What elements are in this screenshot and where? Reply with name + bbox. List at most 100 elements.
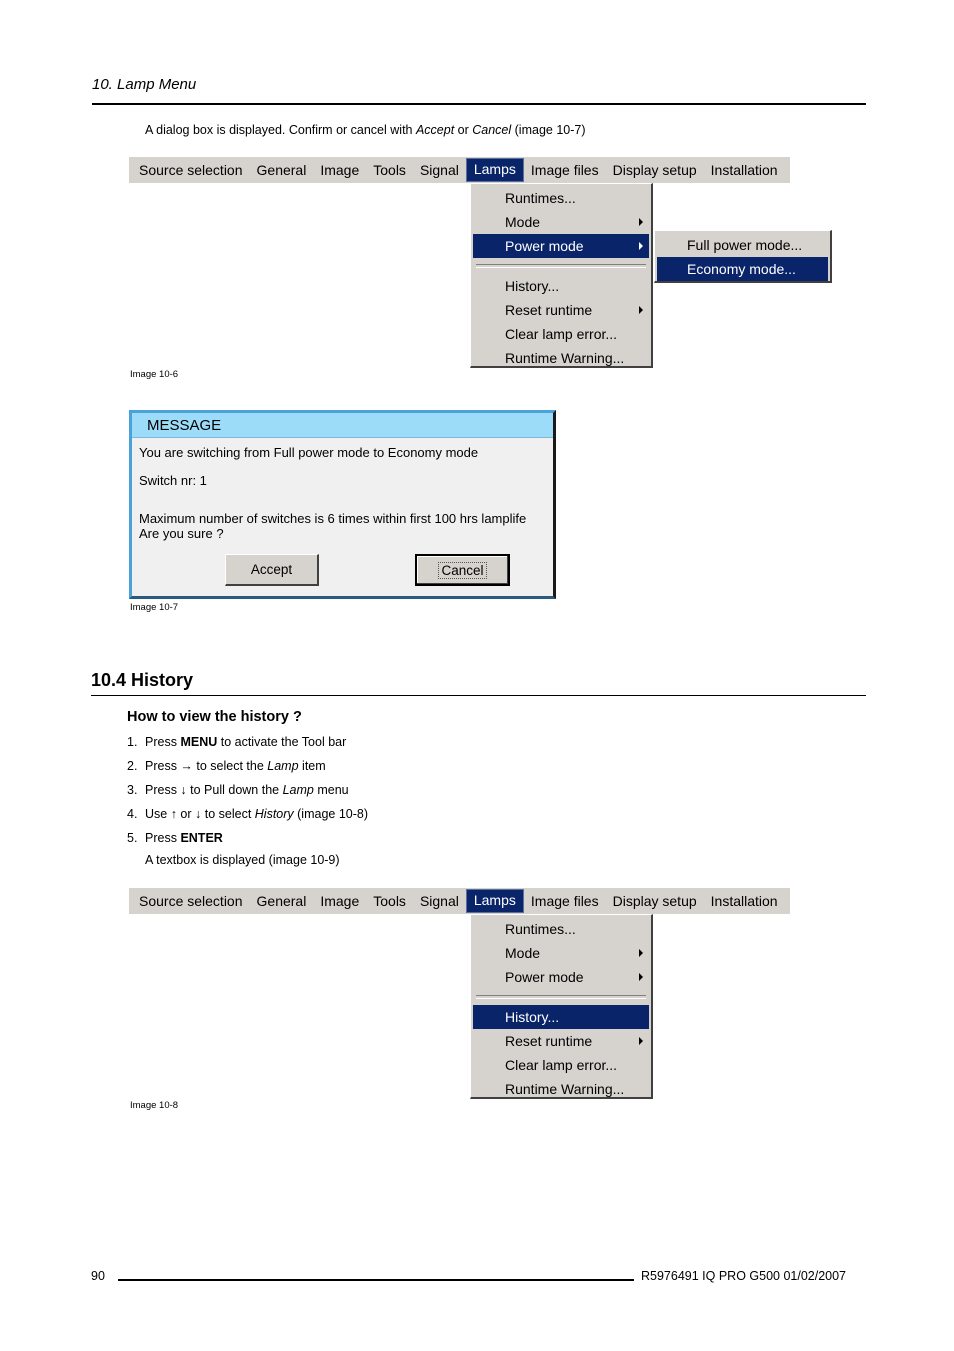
menu-lamps[interactable]: Lamps	[465, 889, 524, 913]
dd-label: Mode	[505, 945, 541, 961]
dd-label: Clear lamp error...	[505, 1057, 618, 1073]
step-emphasis: Lamp	[267, 759, 299, 773]
sub-full-power-mode[interactable]: Full power mode...	[657, 233, 828, 257]
step-text: Press	[145, 735, 181, 749]
cancel-label: Cancel	[438, 562, 487, 579]
dd-history[interactable]: History...	[473, 1005, 649, 1029]
step-number: 5.	[127, 831, 138, 845]
dd-runtime-warning[interactable]: Runtime Warning...	[473, 346, 649, 370]
lamps-dropdown: Runtimes... Mode Power mode History... R…	[470, 914, 653, 1099]
menu-tools[interactable]: Tools	[366, 159, 413, 181]
step-emphasis: History	[254, 807, 294, 821]
step-4: 4. Use ↑ or ↓ to select History (image 10…	[127, 807, 368, 821]
dd-label: Power mode	[505, 238, 584, 254]
dd-label: Runtime Warning...	[505, 1081, 625, 1097]
menubar: Source selection General Image Tools Sig…	[129, 157, 790, 183]
dialog-line-switch-nr: Switch nr: 1	[139, 473, 207, 488]
submenu-arrow-icon	[639, 306, 643, 314]
header-divider	[92, 103, 866, 105]
dd-mode[interactable]: Mode	[473, 210, 649, 234]
menu-installation[interactable]: Installation	[704, 159, 785, 181]
figure-caption: Image 10-6	[130, 369, 179, 380]
intro-cancel: Cancel	[472, 123, 512, 137]
intro-or: or	[454, 123, 473, 137]
menu-source-selection[interactable]: Source selection	[129, 159, 250, 181]
message-dialog: MESSAGE You are switching from Full powe…	[129, 410, 556, 599]
menu-image-files[interactable]: Image files	[524, 159, 606, 181]
step-keyword: ENTER	[180, 831, 223, 845]
step-number: 3.	[127, 783, 138, 797]
accept-button[interactable]: Accept	[225, 554, 319, 586]
step-emphasis: Lamp	[282, 783, 314, 797]
dialog-title: MESSAGE	[132, 413, 553, 438]
step-3: 3. Press ↓ to Pull down the Lamp menu	[127, 783, 349, 797]
step-5: 5. Press ENTER	[127, 831, 223, 845]
intro-prefix: A dialog box is displayed. Confirm or ca…	[145, 123, 416, 137]
power-mode-submenu: Full power mode... Economy mode...	[654, 230, 832, 283]
dd-power-mode[interactable]: Power mode	[473, 234, 649, 258]
document-info: R5976491 IQ PRO G500 01/02/2007	[641, 1269, 847, 1283]
menu-display-setup[interactable]: Display setup	[606, 890, 704, 912]
dd-label: Runtimes...	[505, 190, 576, 206]
step-keyword: MENU	[180, 735, 218, 749]
sub-economy-mode[interactable]: Economy mode...	[657, 257, 828, 281]
dd-runtimes[interactable]: Runtimes...	[473, 186, 649, 210]
submenu-arrow-icon	[639, 1037, 643, 1045]
dd-clear-lamp-error[interactable]: Clear lamp error...	[473, 322, 649, 346]
dd-label: History...	[505, 278, 560, 294]
step-text: Press ↓ to Pull down the	[145, 783, 283, 797]
dd-clear-lamp-error[interactable]: Clear lamp error...	[473, 1053, 649, 1077]
procedure-title: How to view the history ?	[127, 709, 302, 725]
step-text: item	[298, 759, 326, 773]
menu-image-files[interactable]: Image files	[524, 890, 606, 912]
dd-power-mode[interactable]: Power mode	[473, 965, 649, 989]
dd-runtimes[interactable]: Runtimes...	[473, 917, 649, 941]
menu-installation[interactable]: Installation	[704, 890, 785, 912]
step-number: 4.	[127, 807, 138, 821]
menu-separator	[476, 264, 646, 268]
step-text: Press	[145, 831, 181, 845]
dd-reset-runtime[interactable]: Reset runtime	[473, 1029, 649, 1053]
dd-reset-runtime[interactable]: Reset runtime	[473, 298, 649, 322]
cancel-button[interactable]: Cancel	[415, 554, 510, 586]
dd-label: Mode	[505, 214, 541, 230]
step-result: A textbox is displayed (image 10-9)	[145, 853, 340, 867]
menu-image[interactable]: Image	[313, 159, 366, 181]
menu-signal[interactable]: Signal	[413, 159, 466, 181]
dd-label: Runtime Warning...	[505, 350, 625, 366]
intro-suffix: (image 10-7)	[511, 123, 586, 137]
step-2: 2. Press → to select the Lamp item	[127, 759, 326, 773]
step-number: 2.	[127, 759, 138, 773]
intro-accept: Accept	[415, 123, 455, 137]
dd-label: Reset runtime	[505, 302, 593, 318]
page-number: 90	[91, 1269, 105, 1283]
footer-divider	[118, 1279, 634, 1281]
accept-label: Accept	[250, 562, 293, 577]
step-text: (image 10-8)	[293, 807, 369, 821]
dialog-line-confirm: Are you sure ?	[139, 526, 224, 541]
intro-text: A dialog box is displayed. Confirm or ca…	[145, 123, 586, 137]
dd-mode[interactable]: Mode	[473, 941, 649, 965]
submenu-arrow-icon	[639, 242, 643, 250]
step-text: Press → to select the	[145, 759, 268, 773]
dd-label: History...	[505, 1009, 560, 1025]
submenu-arrow-icon	[639, 973, 643, 981]
menu-general[interactable]: General	[250, 890, 314, 912]
menu-source-selection[interactable]: Source selection	[129, 890, 250, 912]
menu-separator	[476, 995, 646, 999]
step-number: 1.	[127, 735, 138, 749]
dd-history[interactable]: History...	[473, 274, 649, 298]
menu-signal[interactable]: Signal	[413, 890, 466, 912]
dd-label: Reset runtime	[505, 1033, 593, 1049]
submenu-arrow-icon	[639, 949, 643, 957]
menu-lamps[interactable]: Lamps	[465, 158, 524, 182]
menu-display-setup[interactable]: Display setup	[606, 159, 704, 181]
menu-general[interactable]: General	[250, 159, 314, 181]
dialog-line-switching: You are switching from Full power mode t…	[139, 445, 479, 460]
dd-runtime-warning[interactable]: Runtime Warning...	[473, 1077, 649, 1101]
menu-image[interactable]: Image	[313, 890, 366, 912]
dd-label: Runtimes...	[505, 921, 576, 937]
menu-tools[interactable]: Tools	[366, 890, 413, 912]
section-divider	[91, 695, 866, 696]
figure-caption: Image 10-8	[130, 1100, 179, 1111]
